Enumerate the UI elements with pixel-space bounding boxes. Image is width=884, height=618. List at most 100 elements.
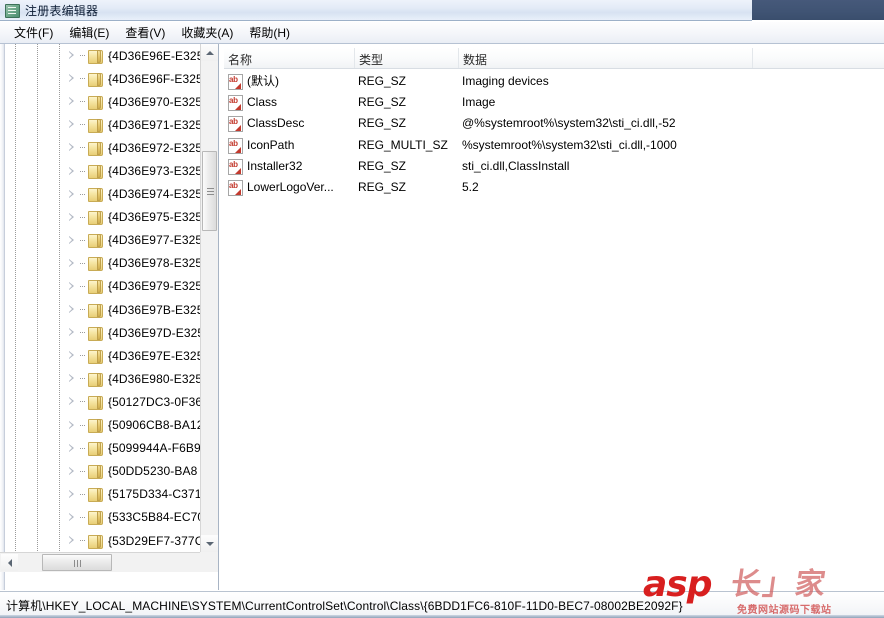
tree-item-label: {50DD5230-BA8 (108, 464, 198, 479)
tree-item[interactable]: {50127DC3-0F36 (0, 390, 200, 413)
value-data-cell: @%systemroot%\system32\sti_ci.dll,-52 (462, 116, 676, 131)
registry-value-row[interactable]: ab IconPath REG_MULTI_SZ %systemroot%\syste… (224, 134, 880, 155)
folder-icon (87, 372, 103, 387)
tree-item[interactable]: {4D36E973-E325 (0, 159, 200, 182)
expand-triangle-icon[interactable] (66, 303, 79, 316)
menu-file[interactable]: 文件(F) (6, 22, 61, 44)
expand-triangle-icon[interactable] (66, 511, 79, 524)
folder-icon (87, 534, 103, 549)
registry-value-row[interactable]: ab Installer32 REG_SZ sti_ci.dll,ClassInsta… (224, 155, 880, 176)
string-value-icon: ab (227, 180, 243, 197)
scroll-down-button[interactable] (201, 535, 218, 552)
tree-horizontal-scrollbar[interactable] (0, 552, 218, 572)
tree-item-label: {4D36E97B-E325 (108, 302, 200, 317)
column-header-type[interactable]: 类型 (355, 48, 459, 68)
scroll-left-button[interactable] (1, 554, 18, 571)
tree-item[interactable]: {4D36E975-E325 (0, 206, 200, 229)
expand-triangle-icon[interactable] (66, 141, 79, 154)
tree-vscroll-thumb[interactable] (202, 151, 217, 231)
tree-connector-line (80, 447, 85, 449)
menu-bar: 文件(F) 编辑(E) 查看(V) 收藏夹(A) 帮助(H) (0, 21, 884, 44)
menu-edit[interactable]: 编辑(E) (61, 22, 117, 44)
tree-connector-line (80, 124, 85, 126)
expand-triangle-icon[interactable] (66, 49, 79, 62)
tree-connector-line (80, 147, 85, 149)
expand-triangle-icon[interactable] (66, 534, 79, 547)
value-name-cell: ClassDesc (247, 116, 305, 131)
tree-item[interactable]: {533C5B84-EC70 (0, 506, 200, 529)
value-name-cell: (默认) (247, 74, 279, 89)
tree-item[interactable]: {4D36E978-E325 (0, 252, 200, 275)
expand-triangle-icon[interactable] (66, 95, 79, 108)
grip-icon (74, 560, 75, 567)
expand-triangle-icon[interactable] (66, 72, 79, 85)
tree-item[interactable]: {50DD5230-BA8 (0, 460, 200, 483)
folder-icon (87, 418, 103, 434)
tree-item[interactable]: {4D36E979-E325 (0, 275, 200, 298)
expand-triangle-icon[interactable] (66, 257, 79, 270)
scroll-up-button[interactable] (201, 44, 218, 61)
tree-hscroll-thumb[interactable] (42, 554, 112, 571)
column-header-name[interactable]: 名称 (224, 48, 355, 68)
tree-connector-line (80, 78, 85, 80)
expand-triangle-icon[interactable] (66, 349, 79, 362)
expand-triangle-icon[interactable] (66, 165, 79, 178)
tree-connector-line (80, 516, 85, 518)
tree-item[interactable]: {4D36E97E-E325 (0, 344, 200, 367)
tree-item[interactable]: {4D36E980-E325 (0, 367, 200, 390)
tree-item[interactable]: {53D29EF7-377C (0, 529, 200, 552)
value-type-cell: REG_MULTI_SZ (358, 137, 448, 152)
tree-item[interactable]: {4D36E970-E325 (0, 90, 200, 113)
expand-triangle-icon[interactable] (66, 442, 79, 455)
title-bar[interactable]: 注册表编辑器 (0, 0, 752, 21)
menu-favorites[interactable]: 收藏夹(A) (173, 22, 241, 44)
tree-item-label: {4D36E972-E325 (108, 140, 200, 155)
value-data-cell: %systemroot%\system32\sti_ci.dll,-1000 (462, 137, 677, 152)
expand-triangle-icon[interactable] (66, 419, 79, 432)
tree-item[interactable]: {50906CB8-BA12 (0, 414, 200, 437)
expand-triangle-icon[interactable] (66, 395, 79, 408)
menu-view[interactable]: 查看(V) (117, 22, 173, 44)
tree-item[interactable]: {4D36E96E-E325 (0, 44, 200, 67)
value-type-cell: REG_SZ (358, 180, 407, 195)
expand-triangle-icon[interactable] (66, 372, 79, 385)
string-value-icon: ab (227, 73, 243, 90)
registry-value-row[interactable]: ab Class REG_SZ Image (224, 91, 880, 112)
tree-item-label: {4D36E96E-E325 (108, 48, 200, 63)
tree-item-label: {4D36E97E-E325 (108, 348, 200, 363)
tree-item[interactable]: {4D36E96F-E325 (0, 67, 200, 90)
expand-triangle-icon[interactable] (66, 280, 79, 293)
tree-item[interactable]: {4D36E97D-E325 (0, 321, 200, 344)
tree-scroll-viewport[interactable]: {4D36E96E-E325 {4D36E96F-E325 {4D36E970-E3… (0, 44, 200, 552)
registry-value-row[interactable]: ab (默认) REG_SZ Imaging devices (224, 70, 880, 91)
tree-item[interactable]: {5099944A-F6B9 (0, 437, 200, 460)
folder-icon (87, 141, 103, 156)
column-header-data[interactable]: 数据 (459, 48, 753, 68)
tree-item-label: {4D36E974-E325 (108, 187, 200, 202)
tree-item-label: {4D36E971-E325 (108, 117, 200, 132)
tree-item[interactable]: {4D36E974-E325 (0, 183, 200, 206)
tree-item-label: {4D36E970-E325 (108, 94, 200, 109)
tree-item[interactable]: {4D36E97B-E325 (0, 298, 200, 321)
expand-triangle-icon[interactable] (66, 326, 79, 339)
expand-triangle-icon[interactable] (66, 211, 79, 224)
tree-item[interactable]: {4D36E971-E325 (0, 113, 200, 136)
value-data-cell: sti_ci.dll,ClassInstall (462, 158, 570, 173)
tree-item-label: {533C5B84-EC70 (108, 510, 200, 525)
expand-triangle-icon[interactable] (66, 118, 79, 131)
tree-item[interactable]: {4D36E977-E325 (0, 229, 200, 252)
tree-connector-line (80, 355, 85, 357)
folder-icon (87, 395, 103, 410)
tree-item[interactable]: {4D36E972-E325 (0, 136, 200, 159)
value-type-cell: REG_SZ (358, 158, 407, 173)
tree-vertical-scrollbar[interactable] (200, 44, 218, 552)
expand-triangle-icon[interactable] (66, 188, 79, 201)
registry-value-row[interactable]: ab ClassDesc REG_SZ @%systemroot%\system32\… (224, 113, 880, 134)
expand-triangle-icon[interactable] (66, 465, 79, 478)
expand-triangle-icon[interactable] (66, 488, 79, 501)
menu-help[interactable]: 帮助(H) (241, 22, 298, 44)
expand-triangle-icon[interactable] (66, 234, 79, 247)
tree-connector-line (80, 493, 85, 495)
tree-item[interactable]: {5175D334-C371 (0, 483, 200, 506)
registry-value-row[interactable]: ab LowerLogoVer... REG_SZ 5.2 (224, 176, 880, 197)
